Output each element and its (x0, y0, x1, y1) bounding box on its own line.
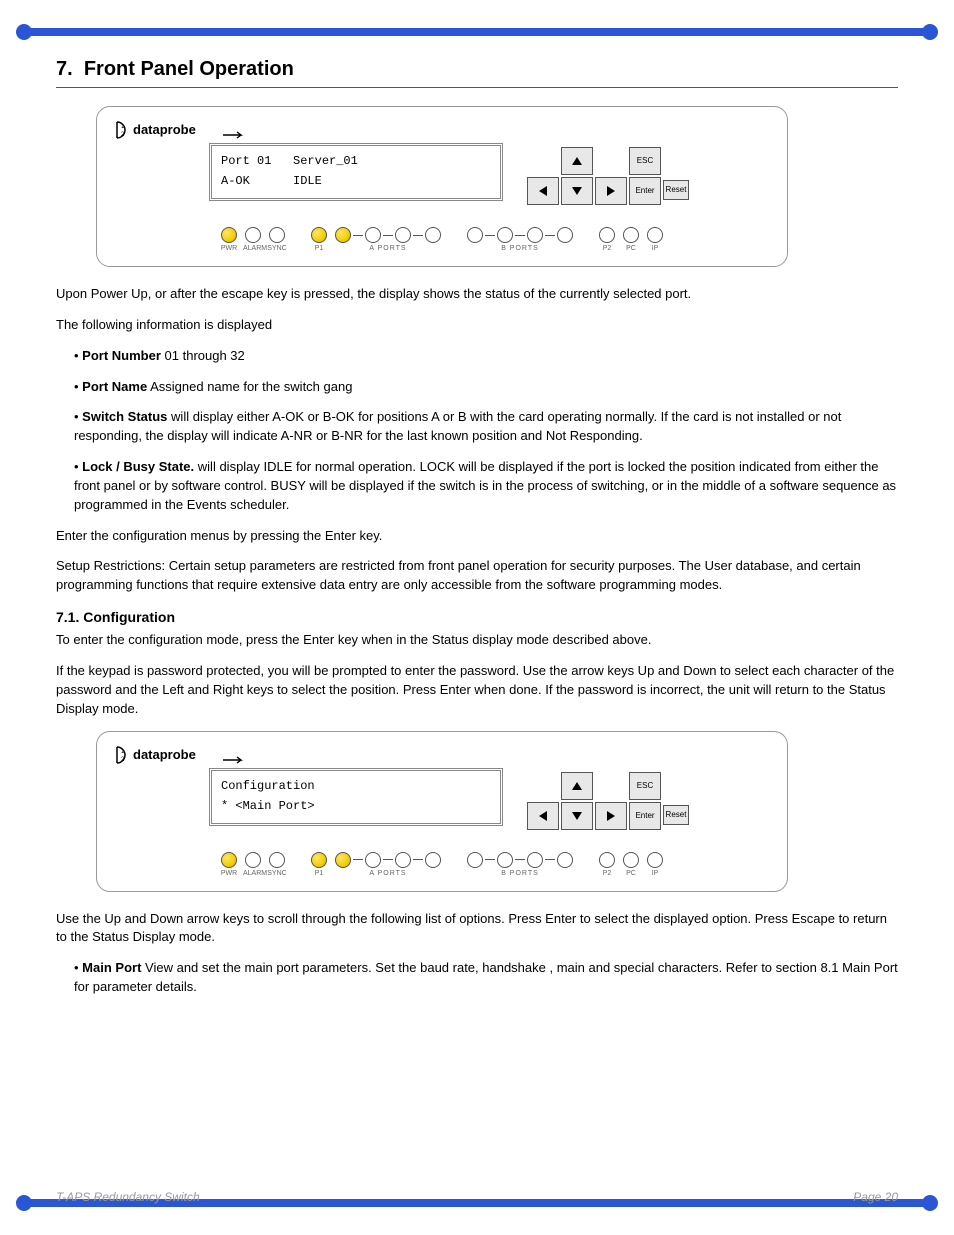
led-a4 (425, 227, 441, 243)
list-item-name: • Port Name Assigned name for the switch… (74, 378, 898, 397)
led-p2 (599, 852, 615, 868)
led-pwr (221, 852, 237, 868)
esc-button[interactable]: ESC (629, 772, 661, 800)
para-list-intro: The following information is displayed (56, 316, 898, 335)
para-config-list-intro: Use the Up and Down arrow keys to scroll… (56, 910, 898, 948)
led-row-1: PWR ALARM SYNC P1 A PORTS (115, 227, 769, 252)
led-a4 (425, 852, 441, 868)
led-a2 (365, 227, 381, 243)
led-p1 (311, 852, 327, 868)
brand-logo: 12dataprobe (115, 119, 769, 141)
reset-button[interactable]: Reset (663, 180, 689, 200)
section-rule (56, 87, 898, 88)
led-alarm (245, 227, 261, 243)
para-config-1: To enter the configuration mode, press t… (56, 631, 898, 650)
arrow-up-button[interactable] (561, 772, 593, 800)
led-alarm (245, 852, 261, 868)
arrow-left-button[interactable] (527, 177, 559, 205)
list-item-main: • Main Port View and set the main port p… (74, 959, 898, 997)
para-enter: Enter the configuration menus by pressin… (56, 527, 898, 546)
arrow-down-button[interactable] (561, 177, 593, 205)
led-pwr (221, 227, 237, 243)
led-b2 (497, 852, 513, 868)
header-rule (20, 28, 934, 36)
para-config-2: If the keypad is password protected, you… (56, 662, 898, 719)
keypad-2: ESC Enter Reset (527, 772, 693, 828)
para-intro: Upon Power Up, or after the escape key i… (56, 285, 898, 304)
arrow-up-button[interactable] (561, 147, 593, 175)
device-panel-status: 12dataprobe Port 01 Server_01 A-OK IDLE … (96, 106, 788, 267)
reset-button[interactable]: Reset (663, 805, 689, 825)
led-b1 (467, 852, 483, 868)
list-item-state: • Lock / Busy State. will display IDLE f… (74, 458, 898, 515)
led-sync (269, 852, 285, 868)
lcd-config: Configuration * <Main Port> (209, 768, 503, 826)
section-heading: 7. Front Panel Operation (56, 58, 898, 81)
led-sync (269, 227, 285, 243)
arrow-left-button[interactable] (527, 802, 559, 830)
svg-text:dataprobe: dataprobe (133, 122, 196, 137)
led-b4 (557, 852, 573, 868)
arrow-right-button[interactable] (595, 802, 627, 830)
led-b1 (467, 227, 483, 243)
footer-product: T-APS Redundancy Switch (56, 1190, 200, 1204)
led-b3 (527, 852, 543, 868)
led-a2 (365, 852, 381, 868)
esc-button[interactable]: ESC (629, 147, 661, 175)
keypad: ESC Enter Reset (527, 147, 693, 203)
list-item-status: • Switch Status will display either A-OK… (74, 408, 898, 446)
list-item-port: • Port Number 01 through 32 (74, 347, 898, 366)
para-restricted: Setup Restrictions: Certain setup parame… (56, 557, 898, 595)
led-ip (647, 227, 663, 243)
svg-text:dataprobe: dataprobe (133, 747, 196, 762)
subheading-config: 7.1. Configuration (56, 609, 898, 625)
lcd-status: Port 01 Server_01 A-OK IDLE (209, 143, 503, 201)
led-b4 (557, 227, 573, 243)
led-a3 (395, 227, 411, 243)
led-p1 (311, 227, 327, 243)
arrow-down-button[interactable] (561, 802, 593, 830)
arrow-right-button[interactable] (595, 177, 627, 205)
led-pc (623, 852, 639, 868)
enter-button[interactable]: Enter (629, 802, 661, 830)
led-ip (647, 852, 663, 868)
led-a1 (335, 852, 351, 868)
led-b3 (527, 227, 543, 243)
led-a1 (335, 227, 351, 243)
led-pc (623, 227, 639, 243)
led-p2 (599, 227, 615, 243)
footer-page: Page 20 (853, 1190, 898, 1204)
brand-logo-2: 12dataprobe (115, 744, 769, 766)
enter-button[interactable]: Enter (629, 177, 661, 205)
device-panel-config: 12dataprobe Configuration * <Main Port> … (96, 731, 788, 892)
led-row-2: PWR ALARM SYNC P1 A PORTS (115, 852, 769, 877)
led-a3 (395, 852, 411, 868)
led-b2 (497, 227, 513, 243)
